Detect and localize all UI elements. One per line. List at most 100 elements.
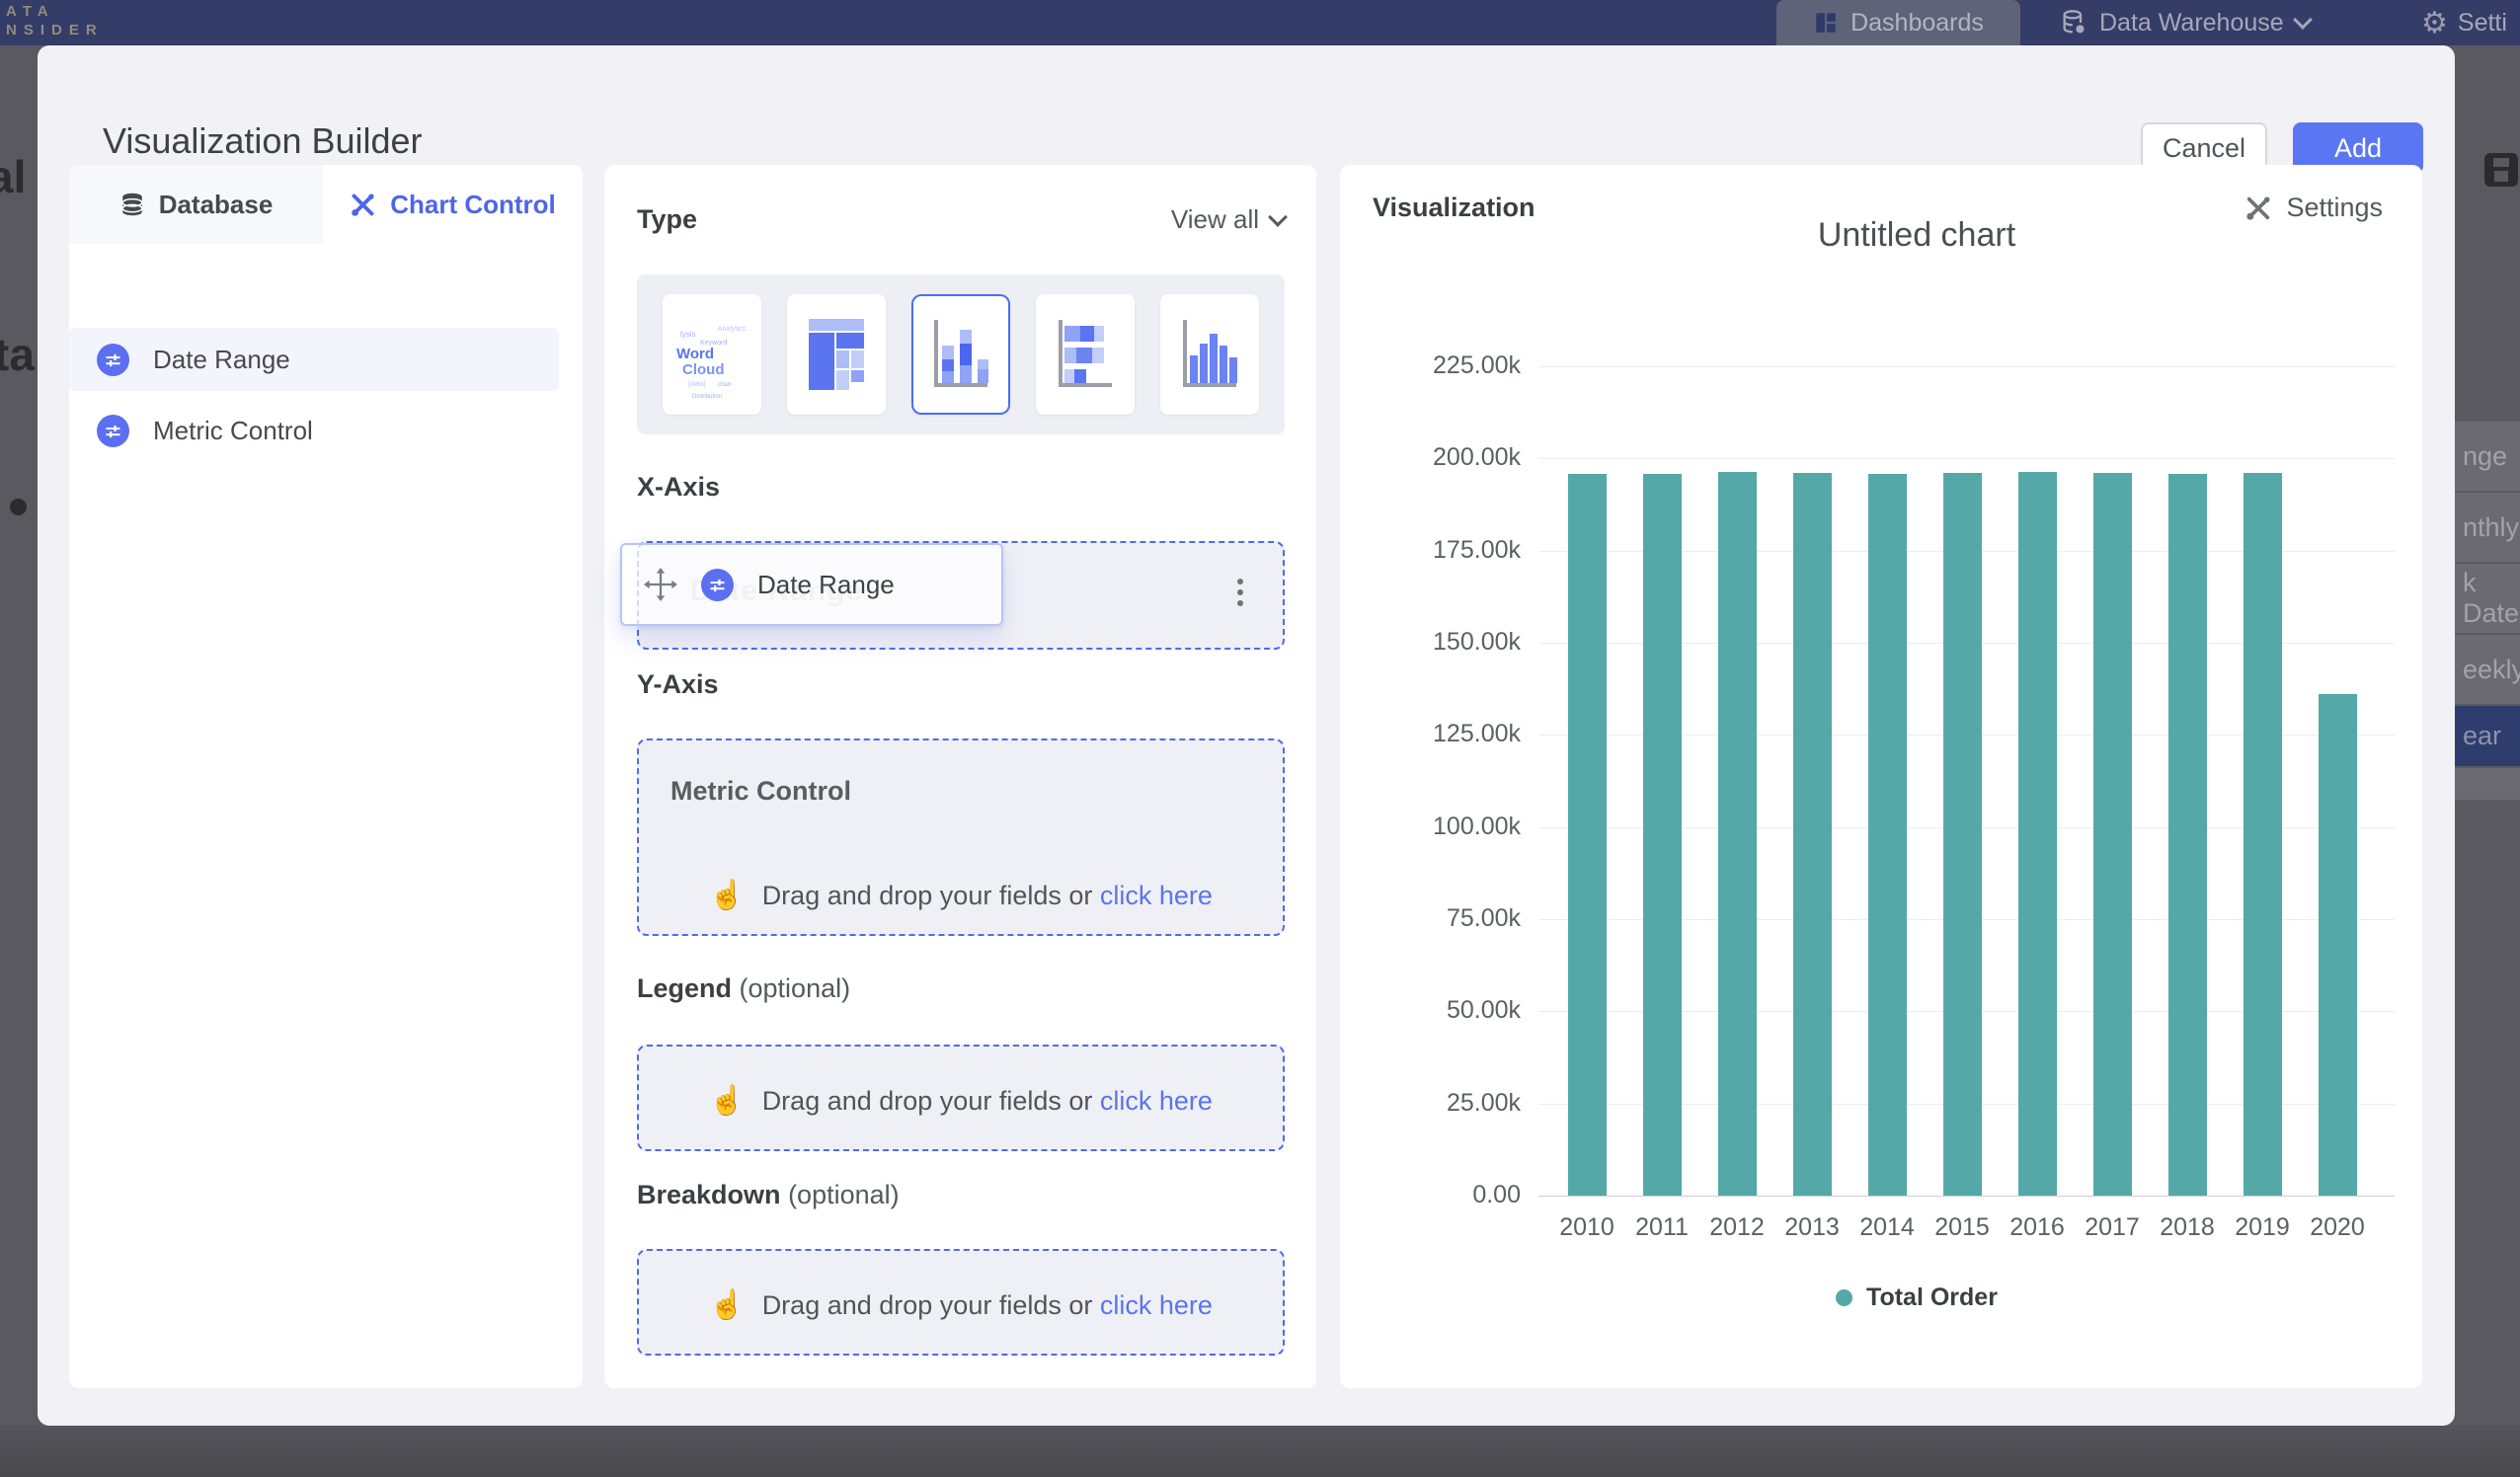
chart-type-stacked-column[interactable]	[911, 294, 1010, 415]
y-tick-label: 200.00k	[1392, 443, 1521, 472]
nav-data-warehouse[interactable]: Data Warehouse	[2060, 0, 2310, 45]
x-tick-label: 2012	[1699, 1213, 1774, 1242]
legend-heading: Legend (optional)	[637, 973, 850, 1004]
bar-2017	[2093, 473, 2132, 1196]
svg-text:Analytics: Analytics	[718, 326, 747, 333]
bg-bottom-strip	[0, 1426, 2520, 1477]
bar-2014	[1868, 474, 1907, 1196]
bg-dropdown-item: nge	[2455, 422, 2520, 493]
chart-legend: Total Order	[1522, 1283, 2312, 1312]
chart-type-strip: lysisAnalyticsKeywordWordCloud[data]char…	[637, 274, 1285, 434]
tap-icon: ☝	[709, 1289, 745, 1321]
x-tick-label: 2016	[2000, 1213, 2075, 1242]
chart-type-column[interactable]	[1160, 294, 1259, 415]
tab-chart-control-label: Chart Control	[390, 190, 556, 220]
nav-settings-label: Setti	[2458, 9, 2507, 38]
y-tick-label: 175.00k	[1392, 536, 1521, 565]
svg-text:Distribution: Distribution	[692, 394, 722, 400]
y-axis-dropzone[interactable]: Metric Control ☝ Drag and drop your fiel…	[637, 738, 1285, 936]
bar-2016	[2018, 472, 2057, 1196]
bar-2019	[2244, 473, 2282, 1196]
dashboards-icon	[1813, 10, 1839, 36]
bg-dropdown-item: eekly	[2455, 635, 2520, 706]
legend-click-here-link[interactable]: click here	[1100, 1086, 1213, 1116]
x-tick-label: 2019	[2225, 1213, 2300, 1242]
y-axis-zone-title: Metric Control	[670, 776, 851, 807]
y-axis-click-here-link[interactable]: click here	[1100, 881, 1213, 910]
chart-type-stacked-bar[interactable]	[1036, 294, 1135, 415]
kebab-menu-icon[interactable]	[1237, 579, 1243, 611]
builder-panel: Type View all lysisAnalyticsKeywordWordC…	[604, 165, 1316, 1388]
nav-data-warehouse-label: Data Warehouse	[2099, 9, 2284, 38]
nav-dashboards-label: Dashboards	[1851, 9, 1984, 38]
tab-database[interactable]: Database	[69, 165, 323, 244]
tune-icon	[97, 344, 129, 376]
y-axis-drag-hint: ☝ Drag and drop your fields or click her…	[639, 879, 1283, 912]
x-tick-label: 2014	[1850, 1213, 1925, 1242]
bar-2011	[1643, 474, 1682, 1196]
y-axis-heading: Y-Axis	[637, 669, 719, 700]
breakdown-click-here-link[interactable]: click here	[1100, 1290, 1213, 1320]
chart-plot-area	[1538, 366, 2395, 1196]
nav-settings[interactable]: ⚙ Setti	[2421, 0, 2507, 45]
x-tick-label: 2020	[2300, 1213, 2375, 1242]
bg-dropdown-item: nthly	[2455, 493, 2520, 564]
legend-drag-hint: ☝ Drag and drop your fields or click her…	[639, 1084, 1283, 1118]
x-axis-heading: X-Axis	[637, 472, 720, 503]
tab-chart-control[interactable]: Chart Control	[323, 165, 583, 244]
x-tick-label: 2013	[1774, 1213, 1850, 1242]
visualization-panel: Visualization Settings Untitled chart 22…	[1340, 165, 2422, 1388]
view-all-dropdown[interactable]: View all	[1171, 204, 1285, 235]
tools-icon	[350, 192, 376, 218]
chevron-down-icon	[1268, 207, 1288, 227]
bg-dropdown-item-selected: ear	[2455, 706, 2520, 768]
field-date-range[interactable]: Date Range	[69, 328, 559, 391]
chart-type-treemap[interactable]	[787, 294, 886, 415]
field-label: Date Range	[153, 345, 290, 375]
legend-dropzone[interactable]: ☝ Drag and drop your fields or click her…	[637, 1045, 1285, 1151]
gear-icon: ⚙	[2421, 6, 2448, 40]
x-axis-dropzone[interactable]: Date Range Date Range	[637, 541, 1285, 650]
bg-text-fragment-1: al	[0, 150, 26, 203]
y-tick-label: 75.00k	[1392, 904, 1521, 933]
gridline	[1538, 366, 2395, 367]
tune-icon	[701, 569, 734, 601]
field-metric-control[interactable]: Metric Control	[69, 399, 559, 462]
legend-label: Total Order	[1866, 1283, 1998, 1312]
x-axis-chip-label: Date Range	[757, 570, 895, 600]
svg-text:Word: Word	[676, 346, 714, 362]
y-tick-label: 50.00k	[1392, 996, 1521, 1025]
y-tick-label: 125.00k	[1392, 720, 1521, 748]
bg-dropdown-list: nge nthly k Date eekly ear	[2455, 422, 2520, 800]
data-warehouse-icon	[2060, 9, 2087, 37]
tune-icon	[97, 415, 129, 447]
x-axis-field-chip[interactable]: Date Range	[620, 543, 1003, 626]
bar-2020	[2319, 694, 2357, 1196]
x-tick-label: 2015	[1925, 1213, 2000, 1242]
bar-2018	[2168, 474, 2207, 1196]
chevron-down-icon	[2293, 10, 2313, 30]
svg-text:lysis: lysis	[680, 330, 696, 339]
nav-dashboards[interactable]: Dashboards	[1776, 0, 2020, 45]
gridline	[1538, 1196, 2395, 1197]
fields-panel: Database Chart Control Date Range Metric…	[69, 165, 583, 1388]
bar-2013	[1793, 473, 1832, 1196]
breakdown-dropzone[interactable]: ☝ Drag and drop your fields or click her…	[637, 1249, 1285, 1356]
svg-text:Cloud: Cloud	[682, 361, 725, 378]
tap-icon: ☝	[709, 880, 745, 911]
x-tick-label: 2017	[2075, 1213, 2150, 1242]
bar-2010	[1568, 474, 1607, 1196]
tap-icon: ☝	[709, 1085, 745, 1117]
chart-title: Untitled chart	[1522, 216, 2312, 255]
chart-type-wordcloud[interactable]: lysisAnalyticsKeywordWordCloud[data]char…	[663, 294, 761, 415]
svg-text:chart: chart	[718, 382, 732, 388]
breakdown-heading: Breakdown (optional)	[637, 1180, 900, 1210]
view-all-label: View all	[1171, 204, 1259, 235]
save-icon	[2484, 153, 2518, 187]
x-tick-label: 2018	[2150, 1213, 2225, 1242]
y-tick-label: 25.00k	[1392, 1089, 1521, 1118]
bar-2012	[1718, 472, 1757, 1196]
bg-dropdown-item: k Date	[2455, 564, 2520, 635]
svg-text:[data]: [data]	[688, 381, 706, 388]
screen: ATANSIDER Dashboards Data Warehouse ⚙ Se…	[0, 0, 2520, 1477]
